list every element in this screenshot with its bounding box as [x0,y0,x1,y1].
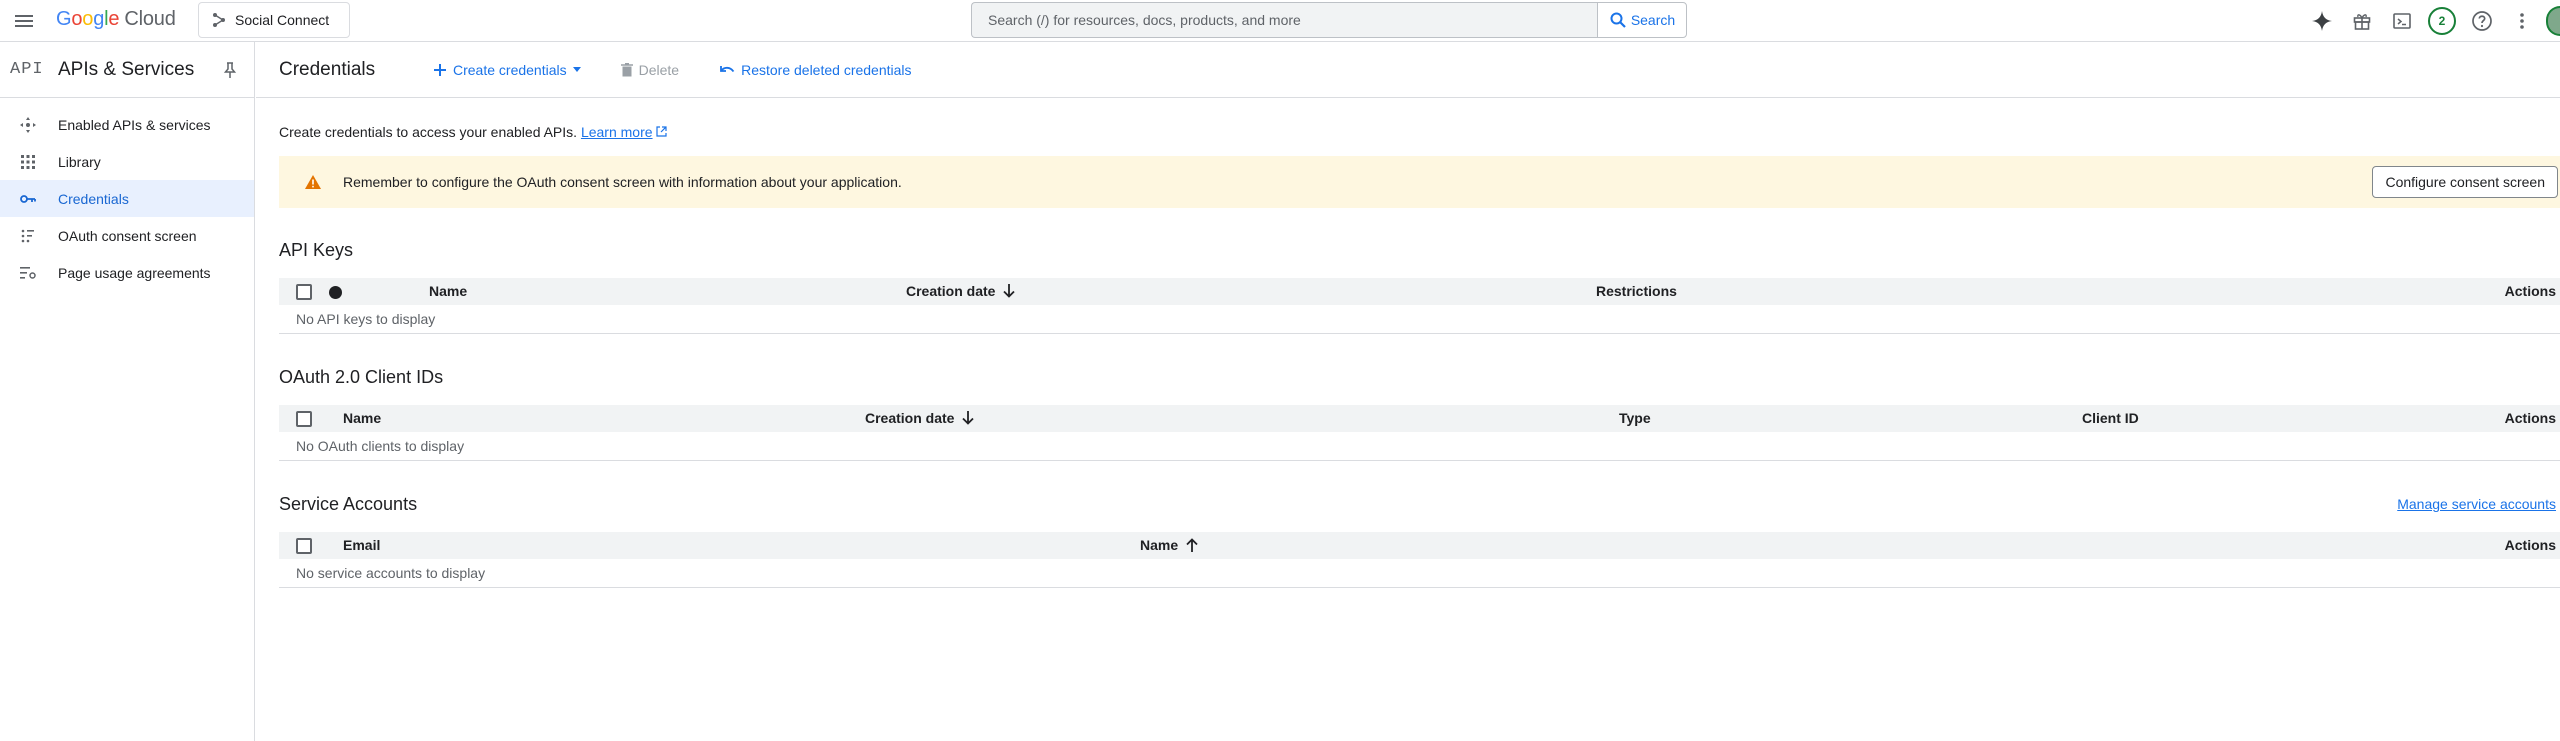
undo-icon [720,65,735,72]
sidebar-item-oauth-consent[interactable]: OAuth consent screen [0,217,254,254]
status-dot-icon [329,286,342,299]
column-name[interactable]: Name [429,283,467,299]
create-credentials-button[interactable]: Create credentials [433,62,581,78]
oauth-title: OAuth 2.0 Client IDs [279,367,444,387]
agreement-icon [18,263,38,283]
gemini-sparkle-icon[interactable] [2306,5,2338,37]
sidebar-item-page-usage[interactable]: Page usage agreements [0,254,254,291]
column-name[interactable]: Name [1140,537,1198,553]
sidebar-header: API APIs & Services [0,42,254,98]
top-actions: 2 [2306,4,2560,38]
search-button[interactable]: Search [1597,2,1687,38]
credentials-content: Create credentials to access your enable… [256,124,2560,588]
delete-button[interactable]: Delete [620,62,679,78]
sidebar-nav: Enabled APIs & services Library Credenti… [0,98,254,291]
service-accounts-table: Email Name Actions No service accounts t… [279,532,2560,588]
column-creation-date[interactable]: Creation date [865,410,975,426]
gift-icon[interactable] [2346,5,2378,37]
learn-more-link[interactable]: Learn more [581,124,653,140]
key-icon [18,189,38,209]
sidebar: API APIs & Services Enabled APIs & servi… [0,42,255,741]
consent-icon [18,226,38,246]
trash-icon [620,62,633,76]
banner-text: Remember to configure the OAuth consent … [343,174,902,190]
configure-consent-button[interactable]: Configure consent screen [2372,166,2558,198]
search-icon [1610,12,1626,28]
column-actions: Actions [2504,283,2556,299]
select-all-checkbox[interactable] [296,538,312,554]
consent-warning-banner: Remember to configure the OAuth consent … [279,156,2560,208]
avatar[interactable] [2546,6,2560,36]
top-bar: GoogleCloud Social Connect Search 2 [0,0,2560,42]
column-email[interactable]: Email [343,537,380,553]
main-content: Credentials Create credentials Delete Re… [256,42,2560,741]
sidebar-item-credentials[interactable]: Credentials [0,180,254,217]
page-header: Credentials Create credentials Delete Re… [256,42,2560,98]
intro-text: Create credentials to access your enable… [279,124,2560,140]
help-icon[interactable] [2466,5,2498,37]
column-creation-date[interactable]: Creation date [906,283,1016,299]
sidebar-item-enabled-apis[interactable]: Enabled APIs & services [0,106,254,143]
sidebar-item-library[interactable]: Library [0,143,254,180]
column-restrictions: Restrictions [1596,283,1677,299]
settings-kebab-icon[interactable] [2506,5,2538,37]
pin-icon[interactable] [220,60,240,80]
grid-icon [18,152,38,172]
search-bar: Search [971,2,1687,38]
table-header: Email Name Actions [279,532,2560,559]
table-header: Name Creation date Restrictions Actions [279,278,2560,305]
manage-service-accounts-link[interactable]: Manage service accounts [2397,496,2556,512]
restore-deleted-button[interactable]: Restore deleted credentials [719,62,912,78]
caret-down-icon [572,67,581,72]
sidebar-title: APIs & Services [58,58,195,80]
table-header: Name Creation date Type Client ID Action… [279,405,2560,432]
empty-row: No API keys to display [279,305,2560,334]
hub-icon [18,115,38,135]
arrow-up-icon [1186,538,1198,552]
column-actions: Actions [2504,537,2556,553]
project-name: Social Connect [235,12,330,28]
service-accounts-title: Service Accounts Manage service accounts [279,494,2556,514]
search-input[interactable] [971,2,1597,38]
warning-icon [305,175,321,189]
page-title: Credentials [279,58,376,80]
arrow-down-icon [962,411,975,425]
empty-row: No OAuth clients to display [279,432,2560,461]
menu-icon[interactable] [12,9,36,33]
notifications-icon[interactable]: 2 [2426,5,2458,37]
select-all-checkbox[interactable] [296,284,312,300]
api-keys-title: API Keys [279,240,354,260]
select-all-checkbox[interactable] [296,411,312,427]
project-nodes-icon [213,13,225,27]
plus-icon [434,63,446,76]
google-cloud-logo[interactable]: Google Cloud [56,8,176,31]
project-picker-button[interactable]: Social Connect [198,2,350,38]
api-keys-table: Name Creation date Restrictions Actions … [279,278,2560,334]
api-logo-icon: API [10,60,44,79]
column-type: Type [1619,410,1651,426]
oauth-table: Name Creation date Type Client ID Action… [279,405,2560,461]
empty-row: No service accounts to display [279,559,2560,588]
arrow-down-icon [1003,284,1016,298]
column-client-id: Client ID [2082,410,2139,426]
external-link-icon [656,126,668,137]
cloud-shell-icon[interactable] [2386,5,2418,37]
column-name[interactable]: Name [343,410,381,426]
column-actions: Actions [2504,410,2556,426]
